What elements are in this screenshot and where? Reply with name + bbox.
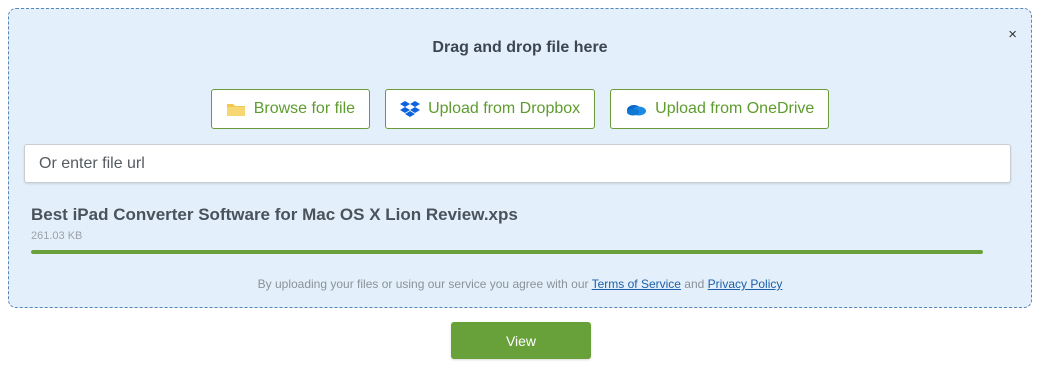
folder-icon xyxy=(226,101,246,117)
file-url-input[interactable] xyxy=(24,144,1011,183)
privacy-policy-link[interactable]: Privacy Policy xyxy=(708,277,783,291)
view-button[interactable]: View xyxy=(451,322,591,359)
terms-prefix: By uploading your files or using our ser… xyxy=(257,277,592,291)
browse-for-file-label: Browse for file xyxy=(253,100,356,117)
upload-from-dropbox-button[interactable]: Upload from Dropbox xyxy=(385,89,596,129)
upload-progress-fill xyxy=(31,250,983,254)
terms-of-service-link[interactable]: Terms of Service xyxy=(592,277,681,291)
terms-conjunction: and xyxy=(680,277,708,291)
dropbox-icon xyxy=(400,100,421,118)
upload-from-dropbox-label: Upload from Dropbox xyxy=(428,100,581,117)
drop-zone[interactable]: × Drag and drop file here Browse for fil… xyxy=(8,8,1032,308)
onedrive-icon xyxy=(625,102,647,116)
upload-from-onedrive-button[interactable]: Upload from OneDrive xyxy=(610,89,830,129)
upload-source-buttons: Browse for file Upload from Dropbox Uplo… xyxy=(9,89,1031,129)
terms-notice: By uploading your files or using our ser… xyxy=(9,277,1031,291)
uploaded-file-size: 261.03 KB xyxy=(31,230,83,242)
upload-from-onedrive-label: Upload from OneDrive xyxy=(655,100,815,117)
drop-zone-title: Drag and drop file here xyxy=(432,39,608,56)
browse-for-file-button[interactable]: Browse for file xyxy=(210,89,371,129)
upload-progress-bar xyxy=(31,250,983,254)
uploaded-file-name: Best iPad Converter Software for Mac OS … xyxy=(31,205,518,224)
